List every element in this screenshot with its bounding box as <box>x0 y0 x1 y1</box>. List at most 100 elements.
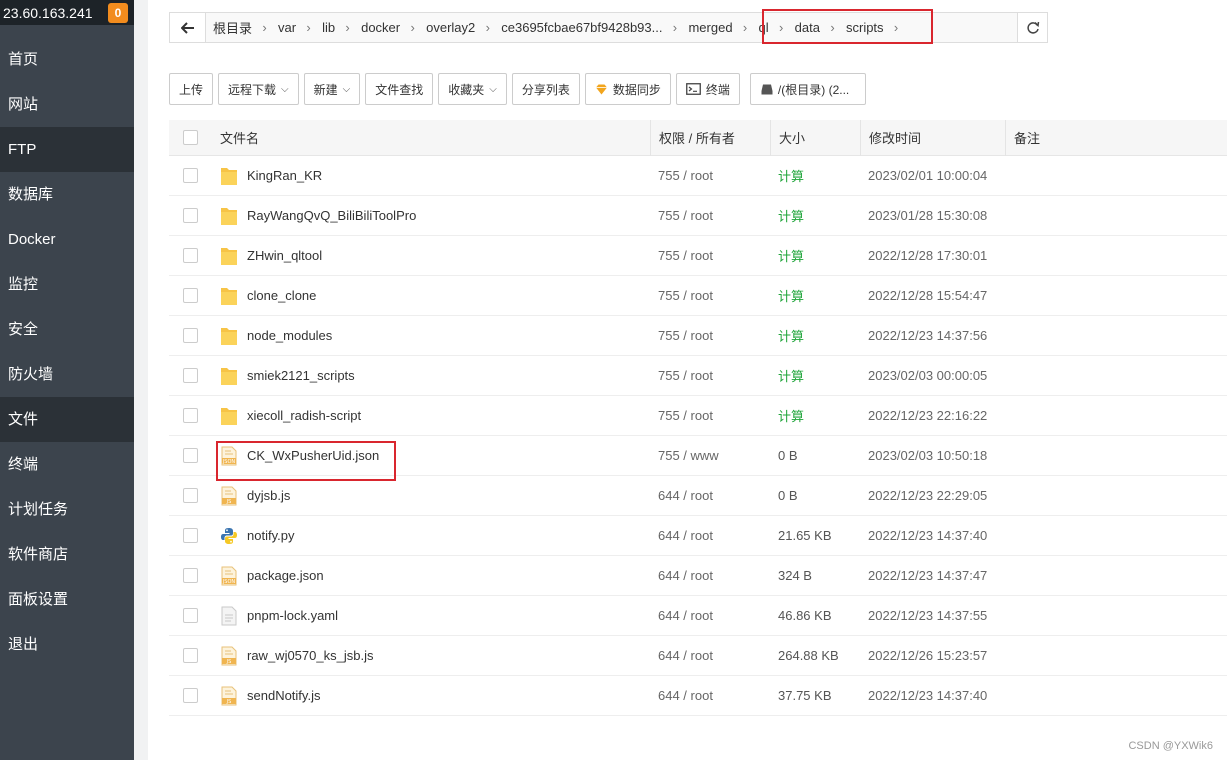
breadcrumb-item[interactable]: data › <box>794 20 845 35</box>
table-row[interactable]: RayWangQvQ_BiliBiliToolPro 755 / root 计算 20… <box>169 196 1227 236</box>
table-row[interactable]: JS sendNotify.js 644 / root 37.75 KB 2022/12… <box>169 676 1227 716</box>
data-sync-button[interactable]: 数据同步 <box>584 73 671 105</box>
file-name[interactable]: KingRan_KR <box>247 168 322 183</box>
sidebar-item-security[interactable]: 安全 <box>0 307 134 352</box>
table-row[interactable]: xiecoll_radish-script 755 / root 计算 2022/12… <box>169 396 1227 436</box>
upload-button[interactable]: 上传 <box>169 73 214 105</box>
favorites-button[interactable]: 收藏夹 ⌵ <box>438 73 507 105</box>
file-search-button[interactable]: 文件查找 <box>365 73 434 105</box>
calculate-size-link[interactable]: 计算 <box>770 366 860 385</box>
breadcrumb-item[interactable]: docker › <box>360 20 425 35</box>
table-row[interactable]: clone_clone 755 / root 计算 2022/12/28 15:54:… <box>169 276 1227 316</box>
permission-cell[interactable]: 755 / root <box>650 248 770 263</box>
row-checkbox[interactable] <box>182 528 198 543</box>
permission-cell[interactable]: 644 / root <box>650 488 770 503</box>
breadcrumb-item[interactable]: lib › <box>321 20 360 35</box>
table-row[interactable]: smiek2121_scripts 755 / root 计算 2023/02/03 … <box>169 356 1227 396</box>
file-name[interactable]: sendNotify.js <box>247 688 320 703</box>
sidebar-item-terminal[interactable]: 终端 <box>0 442 134 487</box>
row-checkbox[interactable] <box>182 288 198 303</box>
file-name[interactable]: pnpm-lock.yaml <box>247 608 338 623</box>
table-row[interactable]: JSON CK_WxPusherUid.json 755 / www 0 B 2023/… <box>169 436 1227 476</box>
new-button[interactable]: 新建 ⌵ <box>303 73 361 105</box>
calculate-size-link[interactable]: 计算 <box>770 246 860 265</box>
permission-cell[interactable]: 755 / root <box>650 408 770 423</box>
row-checkbox[interactable] <box>182 568 198 583</box>
row-checkbox[interactable] <box>182 248 198 263</box>
table-row[interactable]: JS dyjsb.js 644 / root 0 B 2022/12/23 22:29:… <box>169 476 1227 516</box>
permission-cell[interactable]: 755 / root <box>650 328 770 343</box>
permission-cell[interactable]: 644 / root <box>650 688 770 703</box>
sidebar-item-firewall[interactable]: 防火墙 <box>0 352 134 397</box>
header-permission[interactable]: 权限 / 所有者 <box>650 119 770 156</box>
table-row[interactable]: ZHwin_qltool 755 / root 计算 2022/12/28 17:30… <box>169 236 1227 276</box>
notification-badge[interactable]: 0 <box>108 2 128 23</box>
file-name[interactable]: package.json <box>247 568 324 583</box>
permission-cell[interactable]: 755 / root <box>650 368 770 383</box>
header-name[interactable]: 文件名 <box>211 128 650 147</box>
permission-cell[interactable]: 755 / root <box>650 208 770 223</box>
table-row[interactable]: node_modules 755 / root 计算 2022/12/23 14:37… <box>169 316 1227 356</box>
file-name[interactable]: RayWangQvQ_BiliBiliToolPro <box>247 208 416 223</box>
calculate-size-link[interactable]: 计算 <box>770 286 860 305</box>
row-checkbox[interactable] <box>182 608 198 623</box>
row-checkbox[interactable] <box>182 408 198 423</box>
table-row[interactable]: pnpm-lock.yaml 644 / root 46.86 KB 2022/12/… <box>169 596 1227 636</box>
remote-download-button[interactable]: 远程下载 ⌵ <box>218 73 299 105</box>
table-row[interactable]: JSON package.json 644 / root 324 B 2022/12/2… <box>169 556 1227 596</box>
row-checkbox[interactable] <box>182 688 198 703</box>
file-name[interactable]: node_modules <box>247 328 332 343</box>
breadcrumb-item[interactable]: overlay2 › <box>425 20 500 35</box>
refresh-button[interactable] <box>1017 13 1047 42</box>
breadcrumb-item[interactable]: var › <box>277 20 321 35</box>
permission-cell[interactable]: 644 / root <box>650 608 770 623</box>
file-name[interactable]: dyjsb.js <box>247 488 290 503</box>
sidebar-item-files[interactable]: 文件 <box>0 397 134 442</box>
row-checkbox[interactable] <box>182 328 198 343</box>
share-list-button[interactable]: 分享列表 <box>511 73 580 105</box>
permission-cell[interactable]: 644 / root <box>650 528 770 543</box>
sidebar-item-docker[interactable]: Docker <box>0 217 134 262</box>
calculate-size-link[interactable]: 计算 <box>770 326 860 345</box>
row-checkbox[interactable] <box>182 368 198 383</box>
row-checkbox[interactable] <box>182 168 198 183</box>
sidebar-item-appstore[interactable]: 软件商店 <box>0 532 134 577</box>
row-checkbox[interactable] <box>182 448 198 463</box>
table-row[interactable]: notify.py 644 / root 21.65 KB 2022/12/23 14… <box>169 516 1227 556</box>
header-size[interactable]: 大小 <box>770 119 860 156</box>
sidebar-item-database[interactable]: 数据库 <box>0 172 134 217</box>
permission-cell[interactable]: 755 / root <box>650 288 770 303</box>
breadcrumb-item[interactable]: ce3695fcbae67bf9428b93... › <box>500 20 687 35</box>
row-checkbox[interactable] <box>182 648 198 663</box>
table-row[interactable]: JS raw_wj0570_ks_jsb.js 644 / root 264.88 K… <box>169 636 1227 676</box>
calculate-size-link[interactable]: 计算 <box>770 206 860 225</box>
back-button[interactable] <box>170 13 206 42</box>
file-name[interactable]: smiek2121_scripts <box>247 368 355 383</box>
file-name[interactable]: raw_wj0570_ks_jsb.js <box>247 648 373 663</box>
permission-cell[interactable]: 755 / root <box>650 168 770 183</box>
sidebar-item-logout[interactable]: 退出 <box>0 622 134 667</box>
row-checkbox[interactable] <box>182 208 198 223</box>
breadcrumb-item[interactable]: scripts › <box>845 20 909 35</box>
table-row[interactable]: KingRan_KR 755 / root 计算 2023/02/01 10:00:0… <box>169 156 1227 196</box>
select-all-checkbox[interactable] <box>182 130 198 145</box>
calculate-size-link[interactable]: 计算 <box>770 406 860 425</box>
sidebar-item-monitor[interactable]: 监控 <box>0 262 134 307</box>
breadcrumb-item[interactable]: 根目录 › <box>212 18 277 37</box>
terminal-button[interactable]: 终端 <box>675 73 740 105</box>
file-name[interactable]: CK_WxPusherUid.json <box>247 448 379 463</box>
sidebar-item-home[interactable]: 首页 <box>0 37 134 82</box>
permission-cell[interactable]: 755 / www <box>650 448 770 463</box>
sidebar-item-website[interactable]: 网站 <box>0 82 134 127</box>
breadcrumb-item[interactable]: ql › <box>758 20 794 35</box>
file-name[interactable]: ZHwin_qltool <box>247 248 322 263</box>
permission-cell[interactable]: 644 / root <box>650 568 770 583</box>
disk-button[interactable]: /(根目录) (2... <box>749 73 867 105</box>
file-name[interactable]: notify.py <box>247 528 294 543</box>
breadcrumb-item[interactable]: merged › <box>687 20 757 35</box>
permission-cell[interactable]: 644 / root <box>650 648 770 663</box>
sidebar-item-settings[interactable]: 面板设置 <box>0 577 134 622</box>
file-name[interactable]: clone_clone <box>247 288 316 303</box>
header-mtime[interactable]: 修改时间 <box>860 119 1005 156</box>
calculate-size-link[interactable]: 计算 <box>770 166 860 185</box>
